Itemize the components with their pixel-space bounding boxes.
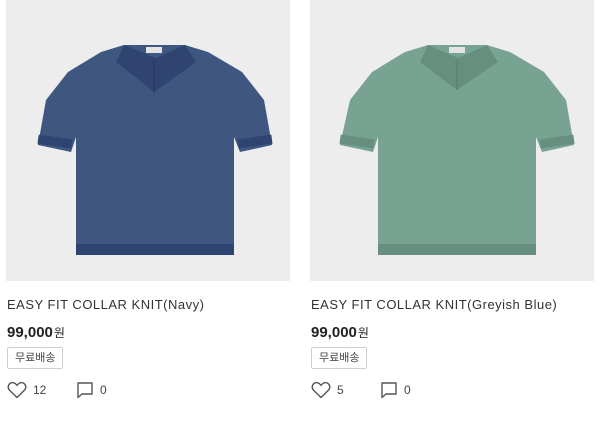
product-card: EASY FIT COLLAR KNIT(Greyish Blue) 99,00… <box>310 0 594 399</box>
like-button[interactable]: 5 <box>311 381 344 399</box>
neck-label <box>146 47 162 53</box>
heart-icon <box>7 381 27 399</box>
product-image[interactable] <box>6 0 290 281</box>
product-price: 99,000 <box>311 324 357 341</box>
price-row: 99,000원 <box>7 324 65 342</box>
product-image[interactable] <box>310 0 594 281</box>
knit-polo-shirt-image <box>339 45 575 255</box>
comment-button[interactable]: 0 <box>76 381 107 399</box>
shirt-hem <box>76 244 234 255</box>
product-name[interactable]: EASY FIT COLLAR KNIT(Greyish Blue) <box>311 297 557 312</box>
product-actions: 5 0 <box>310 381 594 403</box>
speech-bubble-icon <box>77 382 93 399</box>
speech-bubble-icon <box>381 382 397 399</box>
comment-button[interactable]: 0 <box>380 381 411 399</box>
product-name[interactable]: EASY FIT COLLAR KNIT(Navy) <box>7 297 204 312</box>
price-row: 99,000원 <box>311 324 369 342</box>
product-actions: 12 0 <box>6 381 290 403</box>
like-count: 5 <box>337 383 344 397</box>
currency-label: 원 <box>357 326 369 340</box>
like-count: 12 <box>33 383 47 397</box>
comment-count: 0 <box>404 383 411 397</box>
like-button[interactable]: 12 <box>7 381 46 399</box>
free-shipping-badge: 무료배송 <box>311 347 368 369</box>
currency-label: 원 <box>53 326 65 340</box>
product-price: 99,000 <box>7 324 53 341</box>
knit-polo-shirt-image <box>37 45 273 255</box>
neck-label <box>449 47 465 53</box>
product-card: EASY FIT COLLAR KNIT(Navy) 99,000원 무료배송 … <box>6 0 290 399</box>
comment-count: 0 <box>100 383 107 397</box>
free-shipping-badge: 무료배송 <box>7 347 64 369</box>
heart-icon <box>311 381 331 399</box>
shirt-hem <box>378 244 536 255</box>
